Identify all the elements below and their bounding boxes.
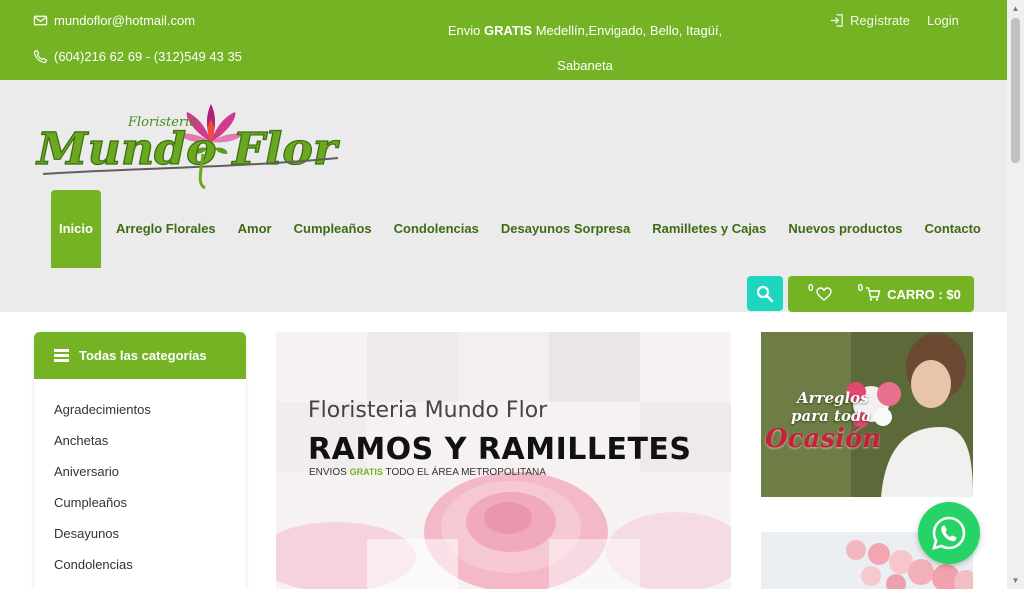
email-text: mundoflor@hotmail.com <box>54 13 196 28</box>
mail-icon <box>33 15 48 26</box>
register-link[interactable]: Regístrate <box>829 13 910 28</box>
shipping-notice: Envio GRATIS Medellín,Envigado, Bello, I… <box>440 13 730 83</box>
login-label: Login <box>927 13 959 28</box>
banner-title: RAMOS Y RAMILLETES <box>308 432 692 467</box>
phone-text: (604)216 62 69 - (312)549 43 35 <box>54 49 242 64</box>
page-scrollbar[interactable]: ▲ ▼ <box>1007 0 1024 589</box>
main-nav: Inicio Arreglo Florales Amor Cumpleaños … <box>51 190 992 268</box>
shipping-prefix: Envio <box>447 23 484 38</box>
nav-amor[interactable]: Amor <box>227 190 283 268</box>
sidebar-title: Todas las categorías <box>79 348 207 363</box>
nav-arreglo-florales[interactable]: Arreglo Florales <box>105 190 227 268</box>
login-link[interactable]: Login <box>927 13 959 28</box>
nav-contacto[interactable]: Contacto <box>914 190 992 268</box>
promo-arreglos[interactable]: Arreglos para toda Ocasión <box>761 332 973 497</box>
promo-line1: Arreglos <box>797 389 869 407</box>
category-sidebar: Todas las categorías Agradecimientos Anc… <box>34 332 246 589</box>
category-item-agradecimientos[interactable]: Agradecimientos <box>34 399 246 430</box>
nav-desayunos-sorpresa[interactable]: Desayunos Sorpresa <box>490 190 641 268</box>
wishlist-count: 0 <box>808 282 814 294</box>
shipping-areas: Medellín,Envigado, Bello, Itagüí, Sabane… <box>532 23 723 73</box>
category-item-condolencias[interactable]: Condolencias <box>34 554 246 585</box>
email-contact[interactable]: mundoflor@hotmail.com <box>33 13 195 28</box>
scroll-down-arrow-icon[interactable]: ▼ <box>1011 576 1020 585</box>
whatsapp-button[interactable] <box>918 502 980 564</box>
phone-icon <box>33 49 48 64</box>
sign-in-icon <box>830 14 843 27</box>
category-list: Agradecimientos Anchetas Aniversario Cum… <box>34 379 246 585</box>
nav-condolencias[interactable]: Condolencias <box>383 190 490 268</box>
category-item-aniversario[interactable]: Aniversario <box>34 461 246 492</box>
banner-subtitle: Floristeria Mundo Flor <box>308 398 548 423</box>
phone-contact[interactable]: (604)216 62 69 - (312)549 43 35 <box>33 49 242 64</box>
nav-nuevos-productos[interactable]: Nuevos productos <box>777 190 913 268</box>
sidebar-header[interactable]: Todas las categorías <box>34 332 246 379</box>
promo-line2: para toda <box>791 407 872 425</box>
hero-banner[interactable]: Floristeria Mundo Flor RAMOS Y RAMILLETE… <box>276 332 731 589</box>
search-icon <box>756 285 774 302</box>
scroll-up-arrow-icon[interactable]: ▲ <box>1011 4 1020 13</box>
nav-cumpleanos[interactable]: Cumpleaños <box>283 190 383 268</box>
nav-inicio[interactable]: Inicio <box>51 190 101 268</box>
banner-tagline-prefix: ENVIOS <box>309 467 350 478</box>
top-bar: mundoflor@hotmail.com (604)216 62 69 - (… <box>0 0 1007 80</box>
logo-graphic: Floristeria Mundo Flor <box>34 104 341 190</box>
banner-tagline-free: GRATIS <box>349 467 383 477</box>
scroll-thumb[interactable] <box>1011 18 1020 163</box>
cart-count: 0 <box>857 282 864 294</box>
menu-list-icon <box>54 349 69 362</box>
whatsapp-icon <box>932 516 966 550</box>
site-logo[interactable]: Floristeria Mundo Flor <box>33 102 345 192</box>
cart-label: CARRO : $0 <box>887 286 961 302</box>
category-item-anchetas[interactable]: Anchetas <box>34 430 246 461</box>
shipping-free: GRATIS <box>483 23 533 38</box>
cart-button[interactable]: 0 0 CARRO : $0 <box>788 276 974 312</box>
heart-icon[interactable] <box>815 286 832 302</box>
cart-icon <box>866 287 881 301</box>
nav-ramilletes-cajas[interactable]: Ramilletes y Cajas <box>641 190 777 268</box>
search-button[interactable] <box>747 276 783 311</box>
header: Floristeria Mundo Flor Inicio Arreglo Fl… <box>0 80 1007 312</box>
register-label: Regístrate <box>850 13 910 28</box>
banner-tagline: ENVIOS GRATIS TODO EL ÁREA METROPOLITANA <box>309 467 546 478</box>
banner-tagline-rest: TODO EL ÁREA METROPOLITANA <box>382 467 546 478</box>
category-item-desayunos[interactable]: Desayunos <box>34 523 246 554</box>
promo-line3: Ocasión <box>765 424 882 454</box>
category-item-cumpleanos[interactable]: Cumpleaños <box>34 492 246 523</box>
